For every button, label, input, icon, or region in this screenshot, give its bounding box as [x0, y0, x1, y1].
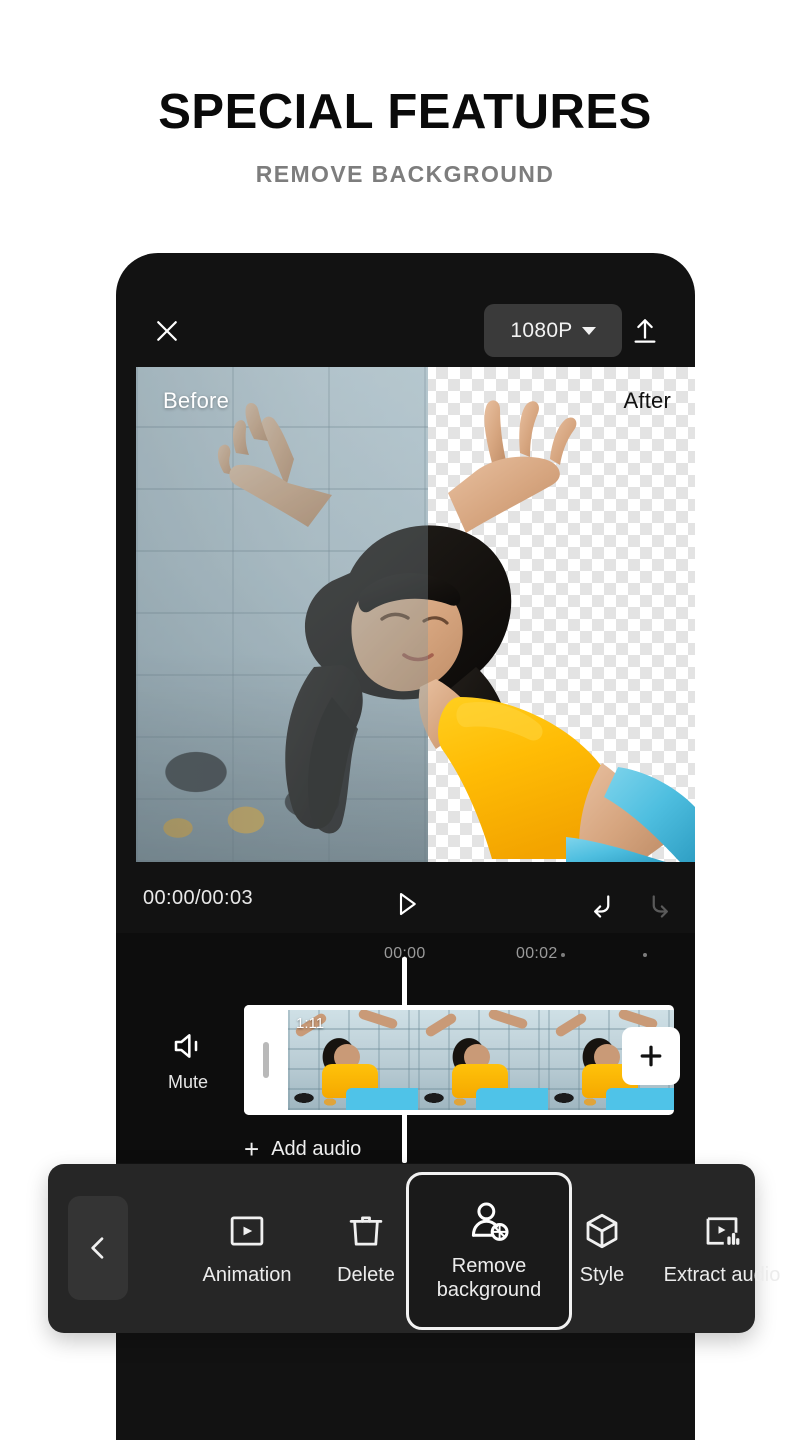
resolution-selector[interactable]: 1080P — [484, 304, 622, 357]
timeline[interactable]: 00:00 · 00:02 · Mute — [116, 933, 695, 1163]
plus-icon — [636, 1041, 666, 1071]
video-clip[interactable]: 1:11 — [244, 1005, 674, 1115]
toolbar-item-label: Remove background — [436, 1255, 542, 1301]
mute-label: Mute — [167, 1071, 209, 1092]
mute-speaker-icon — [170, 1030, 206, 1062]
trim-handle-left[interactable] — [244, 1005, 288, 1115]
close-icon — [152, 316, 182, 346]
app-topbar: 1080P — [116, 300, 695, 362]
chevron-down-icon — [581, 326, 596, 335]
export-button[interactable] — [622, 308, 668, 354]
toolbar-back-button[interactable] — [68, 1196, 128, 1300]
toolbar-item-label: Delete — [337, 1264, 395, 1287]
plus-icon: + — [244, 1134, 260, 1164]
page-title: SPECIAL FEATURES — [158, 85, 652, 139]
play-button[interactable] — [384, 882, 428, 926]
after-label: After — [623, 388, 671, 413]
play-icon — [391, 889, 421, 919]
trim-handle-icon — [263, 1042, 269, 1078]
undo-icon — [587, 889, 617, 919]
promo-header: SPECIAL FEATURES REMOVE BACKGROUND — [0, 0, 810, 240]
toolbar-item-label: Style — [579, 1264, 625, 1287]
trash-icon — [345, 1210, 387, 1252]
chevron-left-icon — [82, 1232, 114, 1264]
before-haze-veil — [136, 367, 428, 862]
clip-duration-badge: 1:11 — [296, 1015, 325, 1032]
resolution-label: 1080P — [510, 318, 573, 342]
player-controls: 00:00/00:03 — [116, 871, 695, 933]
editing-toolbar: Animation Delete Remove background Style… — [48, 1164, 780, 1333]
toolbar-item-label: Animation — [202, 1264, 292, 1287]
remove-background-icon — [466, 1199, 512, 1245]
timecode-display: 00:00/00:03 — [143, 887, 254, 909]
close-button[interactable] — [146, 310, 188, 352]
animation-icon — [226, 1210, 268, 1252]
toolbar-item-label: Extract audio — [663, 1264, 781, 1287]
redo-icon — [645, 889, 675, 919]
cube-icon — [581, 1210, 623, 1252]
before-label: Before — [163, 388, 230, 413]
video-preview[interactable]: Before After — [136, 367, 695, 862]
ruler-dot-1 — [561, 953, 565, 957]
redo-button[interactable] — [640, 884, 680, 924]
ruler-dot-3 — [643, 953, 647, 957]
clip-thumbnail — [418, 1010, 548, 1110]
add-audio-label: Add audio — [271, 1137, 362, 1160]
toolbar-item-extract-audio[interactable]: Extract audio — [632, 1194, 810, 1304]
extract-audio-icon — [701, 1210, 743, 1252]
add-audio-row[interactable]: + Add audio — [244, 1129, 674, 1169]
mute-button[interactable]: Mute — [146, 1020, 230, 1102]
clip-track[interactable]: 1:11 — [244, 1005, 680, 1115]
clip-thumbnails — [288, 1010, 674, 1110]
page-subtitle: REMOVE BACKGROUND — [255, 161, 555, 187]
ruler-tick-2: 00:02 — [516, 945, 558, 962]
undo-button[interactable] — [582, 884, 622, 924]
export-upload-icon — [629, 315, 661, 347]
add-clip-button[interactable] — [622, 1027, 680, 1085]
